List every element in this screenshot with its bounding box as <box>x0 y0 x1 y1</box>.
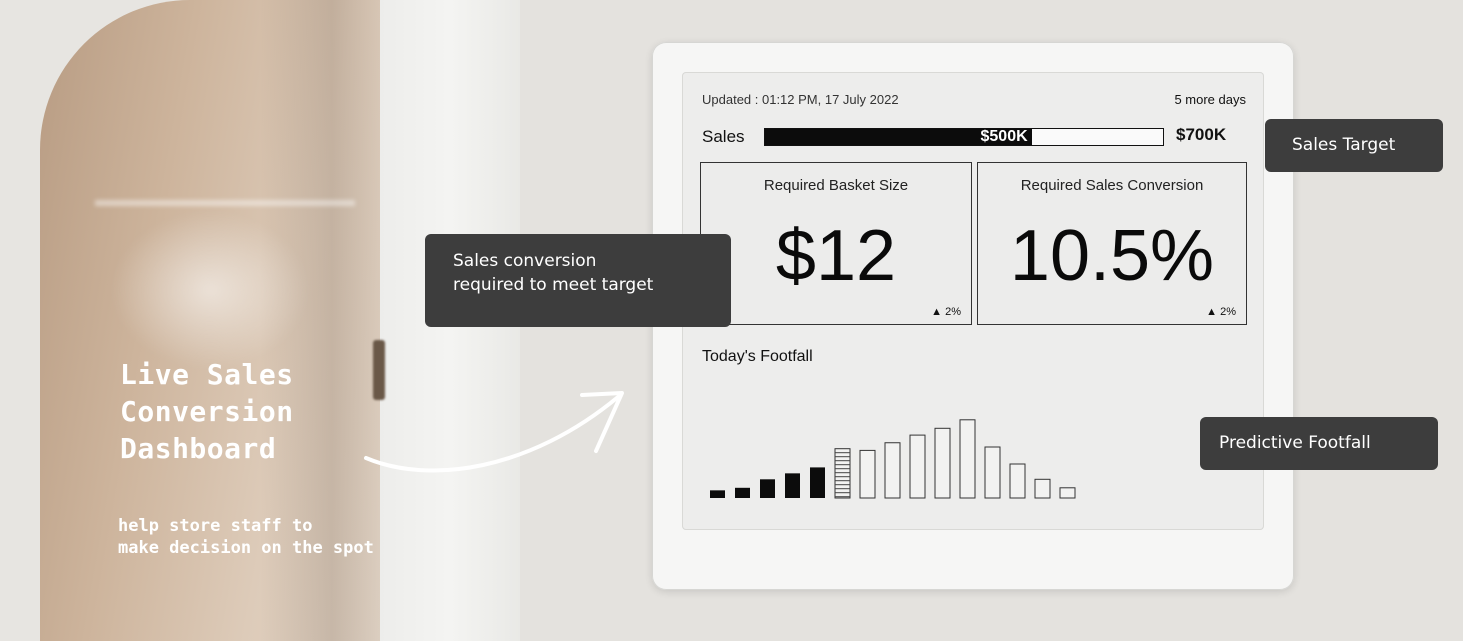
callout-line: required to meet target <box>453 275 654 295</box>
footfall-bar-predicted <box>1009 463 1026 499</box>
card-title: Required Basket Size <box>763 177 909 194</box>
footfall-bar <box>1009 463 1026 499</box>
sales-progress-bar: $500K <box>764 128 1164 146</box>
footfall-bar-actual <box>785 473 800 498</box>
sales-current-value: $500K <box>980 128 1028 145</box>
headline: Live Sales Conversion Dashboard <box>120 356 294 467</box>
sales-label: Sales <box>702 127 745 146</box>
sales-progress-fill: $500K <box>765 129 1032 145</box>
curved-arrow-icon <box>364 391 624 473</box>
footfall-bar-predicted <box>1059 487 1076 499</box>
footfall-bar-predicted <box>909 434 926 499</box>
headline-line: Conversion <box>120 395 294 428</box>
footfall-bar <box>1034 478 1051 499</box>
updated-timestamp: Updated : 01:12 PM, 17 July 2022 <box>702 92 899 107</box>
dashboard-screen: Updated : 01:12 PM, 17 July 2022 5 more … <box>682 72 1264 530</box>
clothing-rail <box>95 200 355 206</box>
footfall-bar <box>760 479 775 498</box>
footfall-bar <box>959 419 976 499</box>
footfall-bar-actual <box>710 490 725 498</box>
footfall-bar <box>785 473 800 498</box>
e-paper-device: Updated : 01:12 PM, 17 July 2022 5 more … <box>652 42 1294 590</box>
footfall-bar-predicted <box>859 449 876 499</box>
footfall-bar <box>810 467 825 498</box>
conversion-callout: Sales conversion required to meet target <box>425 234 731 327</box>
footfall-bar-predicted <box>1034 478 1051 499</box>
blurred-garment <box>110 210 310 370</box>
footfall-bar <box>834 448 851 499</box>
card-value: $12 <box>775 216 897 296</box>
footfall-label: Today's Footfall <box>702 348 813 365</box>
footfall-bar-actual <box>735 487 750 498</box>
sales-conversion-card: Required Sales Conversion 10.5% ▲ 2% <box>977 162 1247 325</box>
footfall-bar <box>884 442 901 499</box>
footfall-bar <box>859 449 876 499</box>
card-delta: ▲ 2% <box>1206 306 1236 318</box>
callout-line: Sales conversion <box>453 251 597 271</box>
footfall-bar-actual <box>810 467 825 498</box>
subheadline-line: help store staff to <box>118 516 313 536</box>
footfall-bar <box>1059 487 1076 499</box>
footfall-bar <box>735 487 750 498</box>
sales-target-callout: Sales Target <box>1265 119 1443 172</box>
footfall-bar <box>909 434 926 499</box>
footfall-bar-predicted <box>934 427 951 499</box>
card-value: 10.5% <box>1009 216 1215 296</box>
predictive-footfall-callout: Predictive Footfall <box>1200 417 1438 470</box>
subheadline: help store staff to make decision on the… <box>118 515 374 559</box>
card-delta: ▲ 2% <box>931 306 961 318</box>
card-title: Required Sales Conversion <box>1020 177 1204 194</box>
footfall-bar-predicted <box>984 446 1001 499</box>
footfall-bar <box>984 446 1001 499</box>
footfall-bar-predicted <box>959 419 976 499</box>
headline-line: Dashboard <box>120 432 277 465</box>
basket-size-card: Required Basket Size $12 ▲ 2% <box>700 162 972 325</box>
days-remaining: 5 more days <box>1174 92 1246 107</box>
footfall-bar-chart <box>710 419 1076 499</box>
footfall-bar-current <box>834 448 851 499</box>
footfall-bar <box>710 490 725 498</box>
footfall-bar-actual <box>760 479 775 498</box>
footfall-bar <box>934 427 951 499</box>
subheadline-line: make decision on the spot <box>118 538 374 558</box>
footfall-bar-predicted <box>884 442 901 499</box>
headline-line: Live Sales <box>120 358 294 391</box>
sales-target-value: $700K <box>1176 125 1227 144</box>
